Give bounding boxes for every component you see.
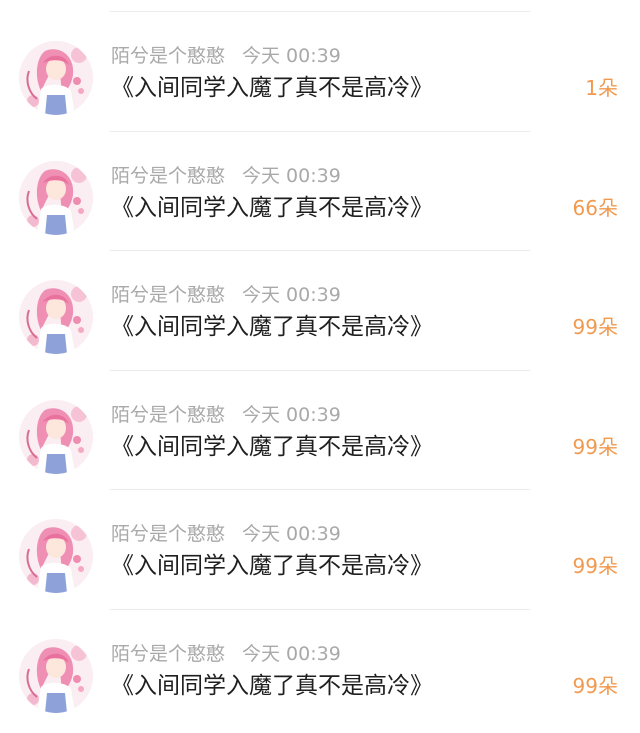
user-avatar[interactable] — [19, 519, 93, 593]
avatar-illustration — [19, 519, 93, 593]
list-item[interactable]: 陌兮是个憨憨 今天 00:39 《入间同学入魔了真不是高冷》 99朵 — [0, 490, 640, 610]
gift-count: 99朵 — [572, 434, 618, 459]
user-avatar[interactable] — [19, 399, 93, 474]
avatar-illustration — [19, 41, 93, 115]
post-meta: 陌兮是个憨憨 今天 00:39 — [111, 522, 341, 546]
post-meta: 陌兮是个憨憨 今天 00:39 — [111, 283, 341, 307]
username[interactable]: 陌兮是个憨憨 — [111, 45, 225, 67]
book-title[interactable]: 《入间同学入魔了真不是高冷》 — [111, 73, 433, 103]
book-title[interactable]: 《入间同学入魔了真不是高冷》 — [111, 193, 433, 223]
timestamp: 今天 00:39 — [242, 45, 341, 67]
list-item[interactable]: 陌兮是个憨憨 今天 00:39 《入间同学入魔了真不是高冷》 1朵 — [0, 12, 640, 132]
gift-record-list: 陌兮是个憨憨 今天 00:39 《入间同学入魔了真不是高冷》 1朵 陌兮是个憨憨今… — [0, 12, 640, 729]
avatar-illustration — [19, 160, 93, 235]
timestamp: 今天 00:39 — [242, 164, 341, 187]
gift-count: 66朵 — [572, 195, 618, 220]
timestamp: 今天 00:39 — [242, 284, 341, 306]
gift-count: 99朵 — [572, 673, 618, 698]
user-avatar[interactable] — [19, 160, 93, 235]
post-meta: 陌兮是个憨憨 今天 00:39 — [111, 44, 341, 68]
username[interactable]: 陌兮是个憨憨 — [111, 404, 225, 426]
list-item[interactable]: 陌兮是个憨憨 今天 00:39 《入间同学入魔了真不是高冷》 66朵 — [0, 132, 640, 252]
user-avatar[interactable] — [19, 41, 93, 115]
timestamp: 今天 00:39 — [242, 523, 341, 545]
book-title[interactable]: 《入间同学入魔了真不是高冷》 — [111, 671, 433, 701]
list-item[interactable]: 陌兮是个憨憨 今天 00:39 《入间同学入魔了真不是高冷》 99朵 — [0, 371, 640, 491]
post-meta: 陌兮是个憨憨 今天 00:39 — [111, 164, 341, 188]
user-avatar[interactable] — [19, 638, 93, 713]
book-title[interactable]: 《入间同学入魔了真不是高冷》 — [111, 551, 433, 581]
list-item[interactable]: 陌兮是个憨憨 今天 00:39 《入间同学入魔了真不是高冷》 99朵 — [0, 610, 640, 730]
user-avatar[interactable] — [19, 280, 93, 354]
timestamp: 今天 00:39 — [242, 403, 341, 426]
timestamp: 今天 00:39 — [242, 642, 341, 665]
username[interactable]: 陌兮是个憨憨 — [111, 523, 225, 545]
gift-count: 99朵 — [572, 315, 618, 339]
username[interactable]: 陌兮是个憨憨 — [111, 643, 225, 665]
avatar-illustration — [19, 399, 93, 474]
list-item[interactable]: 陌兮是个憨憨 今天 00:39 《入间同学入魔了真不是高冷》 99朵 — [0, 251, 640, 371]
post-meta: 陌兮是个憨憨 今天 00:39 — [111, 642, 341, 666]
avatar-illustration — [19, 638, 93, 713]
gift-count: 99朵 — [572, 554, 618, 578]
gift-count: 1朵 — [585, 76, 618, 100]
book-title[interactable]: 《入间同学入魔了真不是高冷》 — [111, 432, 433, 462]
avatar-illustration — [19, 280, 93, 354]
book-title[interactable]: 《入间同学入魔了真不是高冷》 — [111, 312, 433, 342]
post-meta: 陌兮是个憨憨 今天 00:39 — [111, 403, 341, 427]
username[interactable]: 陌兮是个憨憨 — [111, 165, 225, 187]
username[interactable]: 陌兮是个憨憨 — [111, 284, 225, 306]
